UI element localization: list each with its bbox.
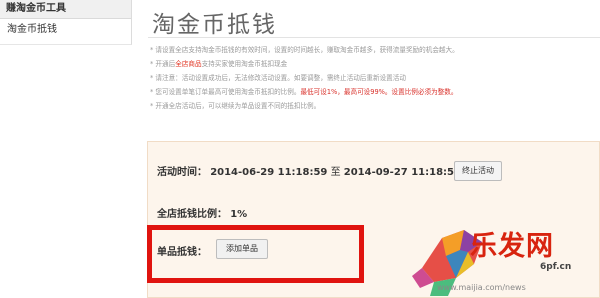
sidebar-header: 赚淘金币工具 [0,0,131,19]
note-highlight: 最低可设1%，最高可设99%。设置比例必须为整数。 [300,88,458,96]
ratio-row: 全店抵钱比例： 1% [157,205,247,220]
notes-list: * 请设置全店支持淘金币抵钱的有效时间，设置的时间越长，赚取淘金币越多，获得流量… [150,43,600,113]
sidebar-item-coin-deduction[interactable]: 淘金币抵钱 [0,19,131,41]
note-text: * 您可设置单笔订单最高可使用淘金币抵扣的比例。 [150,88,301,96]
watermark-brand: 乐发网 [470,231,554,262]
note-item: * 开通全店活动后，可以继续为单品设置不同的抵扣比例。 [150,102,321,110]
title-divider [148,37,600,38]
activity-time-row: 活动时间： 2014-06-29 11:18:59 至 2014-09-27 1… [157,163,461,178]
activity-time-label: 活动时间： [157,167,207,178]
sidebar: 赚淘金币工具 淘金币抵钱 [0,0,132,45]
activity-sep: 至 [330,167,341,178]
note-item: * 开通后全店商品支持买家使用淘金币抵扣现金 [150,57,600,71]
note-item: * 您可设置单笔订单最高可使用淘金币抵扣的比例。最低可设1%，最高可设99%。设… [150,85,600,99]
activity-start: 2014-06-29 11:18:59 [210,167,328,178]
ratio-value: 1% [230,209,248,220]
ratio-label: 全店抵钱比例： [157,209,227,220]
note-text: 支持买家使用淘金币抵扣现金 [201,60,288,68]
note-item: * 请设置全店支持淘金币抵钱的有效时间，设置的时间越长，赚取淘金币越多，获得流量… [150,46,459,54]
note-text: * 开通后 [150,60,176,68]
highlight-frame [147,225,364,283]
activity-end: 2014-09-27 11:18:59 [343,167,461,178]
page-title: 淘金币抵钱 [152,12,277,38]
stop-activity-button[interactable]: 终止活动 [454,161,502,181]
note-highlight: 全店商品 [175,60,202,68]
note-item: * 请注意：活动设置成功后，无法修改活动设置。如要调整，需终止活动后重新设置活动 [150,74,406,82]
watermark-domain: 6pf.cn [540,262,572,272]
watermark-url: www.maijia.com/news [437,283,526,292]
